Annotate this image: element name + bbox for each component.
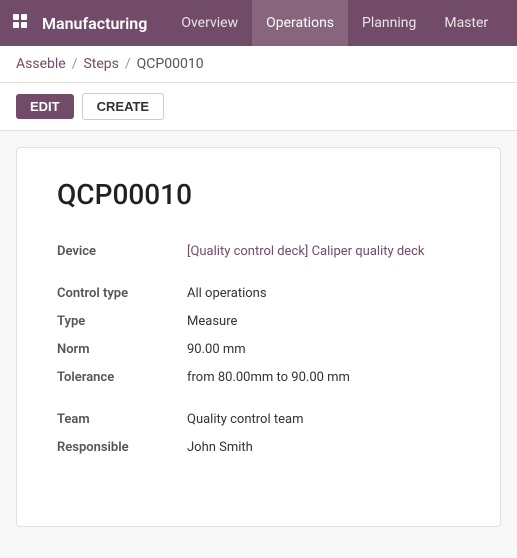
tolerance-label: Tolerance <box>57 370 187 385</box>
nav-item-operations[interactable]: Operations <box>252 0 348 46</box>
field-row-responsible: Responsible John Smith <box>57 435 460 463</box>
field-section: Device [Quality control deck] Caliper qu… <box>57 239 460 463</box>
app-title: Manufacturing <box>42 14 147 33</box>
record-card: QCP00010 Device [Quality control deck] C… <box>16 147 501 527</box>
breadcrumb-sep-1: / <box>72 56 78 72</box>
edit-button[interactable]: EDIT <box>16 94 74 119</box>
breadcrumb-current: QCP00010 <box>137 56 204 72</box>
field-row-control-type: Control type All operations <box>57 281 460 309</box>
device-value[interactable]: [Quality control deck] Caliper quality d… <box>187 244 460 259</box>
breadcrumb-parent[interactable]: Asseble <box>16 56 66 72</box>
norm-label: Norm <box>57 342 187 357</box>
nav-menu: Overview Operations Planning Master <box>167 0 505 46</box>
action-bar: EDIT CREATE <box>0 83 517 131</box>
grid-icon[interactable] <box>12 13 32 33</box>
device-label: Device <box>57 244 187 259</box>
breadcrumb-sep-2: / <box>125 56 131 72</box>
top-nav: Manufacturing Overview Operations Planni… <box>0 0 517 46</box>
type-value: Measure <box>187 314 460 329</box>
team-label: Team <box>57 412 187 427</box>
field-row-norm: Norm 90.00 mm <box>57 337 460 365</box>
norm-value: 90.00 mm <box>187 342 460 357</box>
field-row-tolerance: Tolerance from 80.00mm to 90.00 mm <box>57 365 460 393</box>
main-content: QCP00010 Device [Quality control deck] C… <box>0 131 517 543</box>
nav-item-master[interactable]: Master <box>430 0 502 46</box>
field-row-type: Type Measure <box>57 309 460 337</box>
breadcrumb: Asseble / Steps / QCP00010 <box>0 46 517 83</box>
nav-item-planning[interactable]: Planning <box>348 0 430 46</box>
responsible-value: John Smith <box>187 440 460 455</box>
field-row-team: Team Quality control team <box>57 407 460 435</box>
responsible-label: Responsible <box>57 440 187 455</box>
tolerance-value: from 80.00mm to 90.00 mm <box>187 370 460 385</box>
team-value: Quality control team <box>187 412 460 427</box>
field-row-device: Device [Quality control deck] Caliper qu… <box>57 239 460 267</box>
type-label: Type <box>57 314 187 329</box>
record-title: QCP00010 <box>57 178 460 211</box>
nav-item-overview[interactable]: Overview <box>167 0 252 46</box>
control-type-label: Control type <box>57 286 187 301</box>
create-button[interactable]: CREATE <box>82 93 164 120</box>
breadcrumb-middle[interactable]: Steps <box>83 56 118 72</box>
control-type-value: All operations <box>187 286 460 301</box>
